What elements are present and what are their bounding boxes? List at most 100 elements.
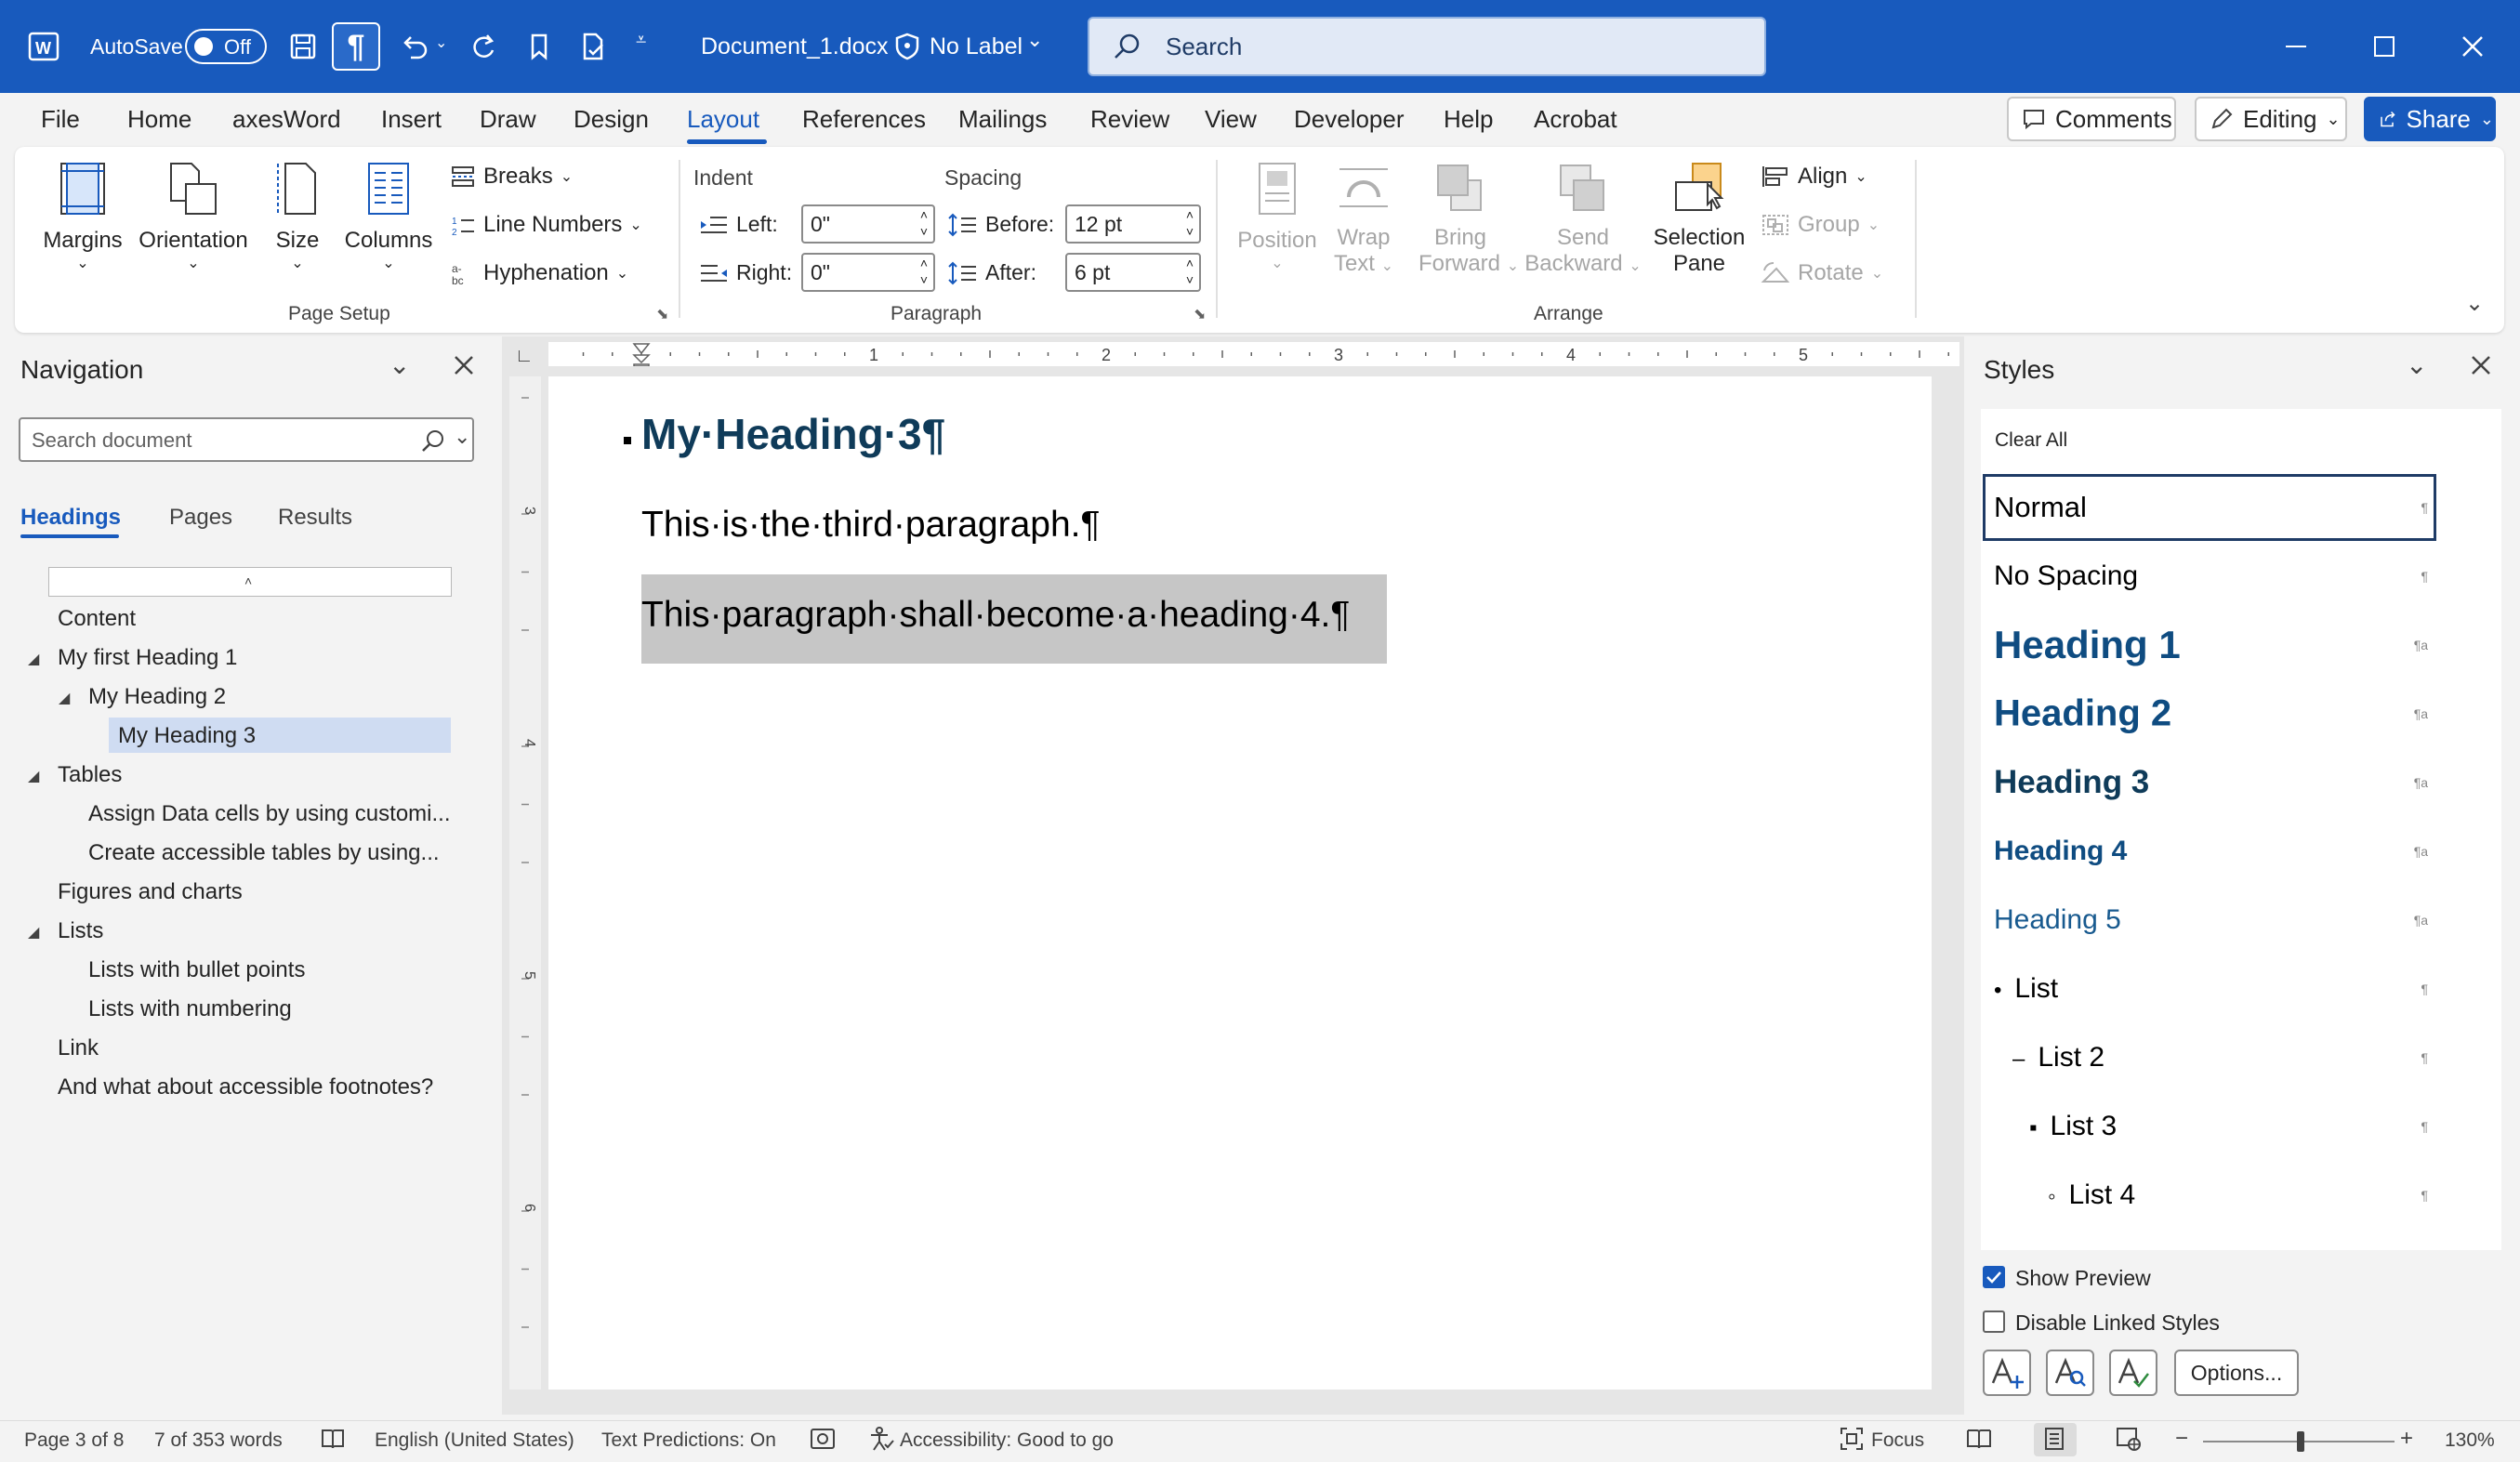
breaks-button[interactable]: Breaks ⌄ (450, 164, 573, 190)
close-pane-icon[interactable] (452, 353, 476, 382)
tab-design[interactable]: Design (574, 105, 649, 134)
search-box[interactable]: Search (1088, 17, 1766, 76)
web-layout-icon[interactable] (2115, 1426, 2143, 1457)
share-button[interactable]: Share ⌄ (2364, 97, 2496, 141)
document-heading-3[interactable]: My·Heading·3¶ (641, 409, 945, 459)
orientation-button[interactable]: Orientation ⌄ (136, 160, 251, 272)
nav-tab-results[interactable]: Results (278, 505, 352, 531)
document-name[interactable]: Document_1.docx (701, 33, 889, 60)
indent-right-input[interactable]: 0" ˄ ˅ (801, 253, 935, 292)
position-button[interactable]: Position ⌄ (1229, 160, 1326, 272)
chevron-down-icon[interactable]: ⌄ (454, 425, 470, 449)
dialog-launcher-icon[interactable]: ⬊ (1194, 305, 1206, 323)
pane-options-chevron-icon[interactable]: ⌄ (389, 349, 410, 380)
close-window-icon[interactable] (2452, 26, 2493, 67)
redo-icon[interactable] (463, 26, 504, 67)
tab-layout[interactable]: Layout (687, 105, 759, 134)
nav-heading-item[interactable]: Lists with numbering (88, 996, 292, 1022)
tab-review[interactable]: Review (1090, 105, 1169, 134)
document-paragraph[interactable]: This·is·the·third·paragraph.¶ (641, 505, 1100, 546)
autosave-toggle[interactable]: Off (185, 29, 267, 64)
undo-icon[interactable] (394, 26, 435, 67)
spacing-before-input[interactable]: 12 pt ˄ ˅ (1065, 204, 1201, 244)
selection-pane-button[interactable]: Selection Pane (1651, 160, 1748, 276)
word-app-icon[interactable]: W (24, 26, 65, 67)
expand-collapse-icon[interactable]: ◢ (28, 767, 39, 785)
show-preview-checkbox[interactable] (1983, 1266, 2005, 1288)
language-indicator[interactable]: English (United States) (375, 1429, 574, 1452)
tab-axesword[interactable]: axesWord (232, 105, 341, 134)
nav-heading-item[interactable]: My first Heading 1 (58, 645, 237, 671)
style-item[interactable]: Heading 1 ¶a (1994, 612, 2445, 678)
wrap-text-button[interactable]: Wrap Text ⌄ (1327, 160, 1400, 279)
print-layout-icon[interactable] (2041, 1426, 2067, 1457)
document-check-icon[interactable] (573, 26, 614, 67)
comments-button[interactable]: Comments (2007, 97, 2176, 141)
word-count[interactable]: 7 of 353 words (154, 1429, 283, 1452)
style-item[interactable]: ◦ List 4 ¶ (1994, 1163, 2445, 1228)
nav-tab-headings[interactable]: Headings (20, 505, 121, 531)
columns-button[interactable]: Columns ⌄ (340, 160, 437, 272)
nav-heading-item[interactable]: Lists (58, 918, 103, 944)
indent-left-input[interactable]: 0" ˄ ˅ (801, 204, 935, 244)
zoom-level[interactable]: 130% (2445, 1429, 2495, 1452)
tab-mailings[interactable]: Mailings (958, 105, 1047, 134)
nav-heading-item[interactable]: Create accessible tables by using... (88, 840, 440, 866)
style-item[interactable]: • List ¶ (1994, 956, 2445, 1021)
zoom-in-icon[interactable]: + (2400, 1426, 2413, 1452)
nav-heading-item[interactable]: Assign Data cells by using customi... (88, 801, 451, 827)
style-item[interactable]: – List 2 ¶ (1994, 1025, 2445, 1090)
tab-home[interactable]: Home (127, 105, 191, 134)
nav-collapse-bar[interactable]: ˄ (48, 567, 452, 597)
tab-file[interactable]: File (41, 105, 80, 134)
vertical-ruler[interactable]: 3 4 5 6 (509, 376, 541, 1390)
tab-selector-icon[interactable]: ∟ (515, 346, 534, 367)
indent-marker-icon[interactable] (632, 343, 651, 367)
text-predictions-status[interactable]: Text Predictions: On (601, 1429, 776, 1452)
show-formatting-marks-icon[interactable]: ¶ (332, 22, 380, 71)
pane-options-chevron-icon[interactable]: ⌄ (2406, 349, 2427, 380)
nav-heading-item[interactable]: Lists with bullet points (88, 957, 305, 983)
style-item[interactable]: No Spacing ¶ (1994, 544, 2445, 609)
style-item[interactable]: ▪ List 3 ¶ (1994, 1094, 2445, 1159)
group-button[interactable]: Group ⌄ (1761, 212, 1880, 238)
new-style-button[interactable] (1983, 1350, 2031, 1396)
accessibility-status[interactable]: Accessibility: Good to go (900, 1429, 1114, 1452)
nav-search-input[interactable]: Search document ⌄ (19, 417, 474, 462)
dialog-launcher-icon[interactable]: ⬊ (656, 305, 668, 323)
zoom-out-icon[interactable]: − (2175, 1426, 2188, 1452)
style-item[interactable]: Heading 2 ¶a (1994, 681, 2445, 746)
macro-recording-icon[interactable] (809, 1426, 837, 1457)
tab-developer[interactable]: Developer (1294, 105, 1405, 134)
chevron-down-icon[interactable]: ⌄ (1026, 28, 1043, 52)
sensitivity-label[interactable]: No Label (930, 33, 1023, 60)
collapse-ribbon-chevron-icon[interactable]: ⌄ (2465, 290, 2484, 317)
clear-all-button[interactable]: Clear All (1995, 429, 2067, 452)
expand-collapse-icon[interactable]: ◢ (28, 923, 39, 942)
save-icon[interactable] (283, 26, 323, 67)
maximize-icon[interactable] (2364, 26, 2405, 67)
margins-button[interactable]: Margins ⌄ (35, 160, 130, 272)
nav-tab-pages[interactable]: Pages (169, 505, 232, 531)
line-numbers-button[interactable]: 12 Line Numbers ⌄ (450, 212, 642, 238)
manage-styles-button[interactable] (2109, 1350, 2157, 1396)
close-pane-icon[interactable] (2469, 353, 2493, 382)
style-item[interactable]: Heading 4 ¶a (1994, 819, 2445, 884)
tab-insert[interactable]: Insert (381, 105, 442, 134)
sensitivity-shield-icon[interactable] (887, 26, 928, 67)
spinner-icon[interactable]: ˄ ˅ (1186, 255, 1194, 288)
search-icon[interactable] (420, 428, 446, 454)
zoom-slider-thumb[interactable] (2297, 1431, 2304, 1452)
tab-acrobat[interactable]: Acrobat (1534, 105, 1617, 134)
nav-heading-item[interactable]: My Heading 2 (88, 684, 226, 710)
align-button[interactable]: Align ⌄ (1761, 164, 1867, 190)
minimize-icon[interactable] (2276, 26, 2316, 67)
bring-forward-button[interactable]: Bring Forward ⌄ (1418, 160, 1519, 279)
tab-view[interactable]: View (1205, 105, 1257, 134)
spinner-icon[interactable]: ˄ ˅ (920, 255, 928, 288)
nav-heading-item[interactable]: And what about accessible footnotes? (58, 1074, 433, 1100)
selected-paragraph[interactable]: This·paragraph·shall·become·a·heading·4.… (641, 595, 1350, 636)
editing-mode-button[interactable]: Editing ⌄ (2195, 97, 2347, 141)
focus-mode-button[interactable]: Focus (1871, 1429, 1924, 1452)
disable-linked-styles-checkbox[interactable] (1983, 1311, 2005, 1333)
